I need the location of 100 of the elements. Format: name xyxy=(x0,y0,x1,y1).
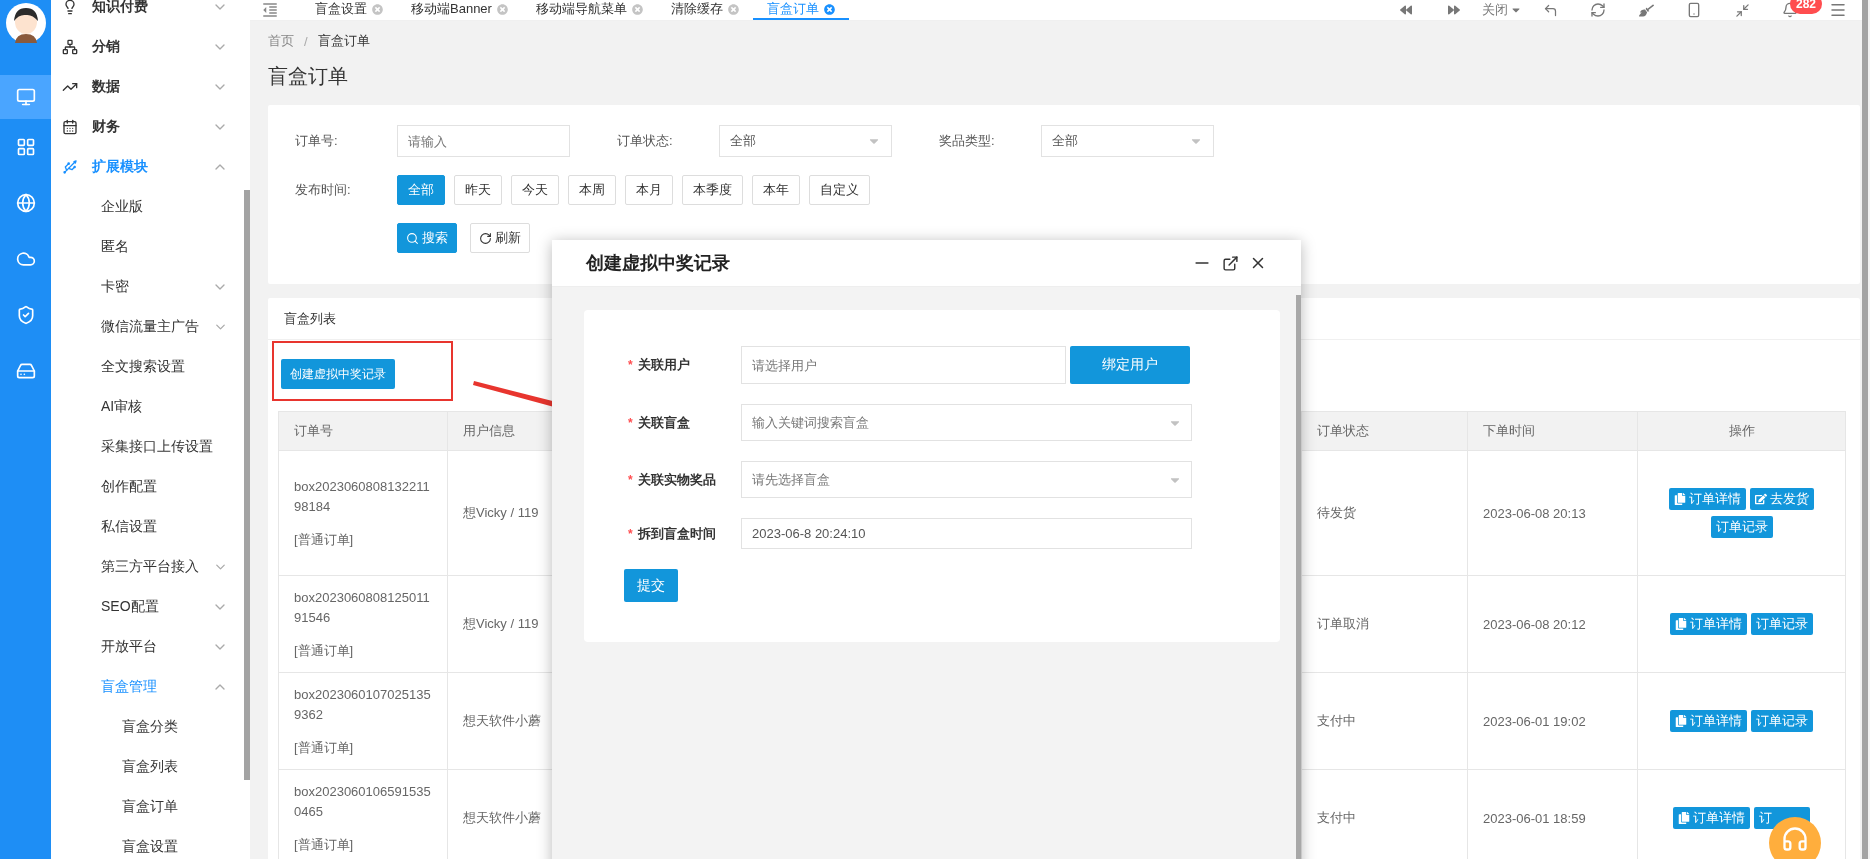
calendar-icon xyxy=(62,119,78,135)
column-header: 操作 xyxy=(1637,411,1846,451)
shrink-icon[interactable] xyxy=(1734,2,1750,18)
edit-icon xyxy=(1755,493,1767,505)
table-cell: 待发货 xyxy=(1317,505,1356,520)
breadcrumb-separator: / xyxy=(304,33,308,49)
sidebar-item[interactable]: 全文搜索设置 xyxy=(51,347,244,387)
cloud-icon xyxy=(15,249,36,269)
copy-icon xyxy=(1675,618,1687,630)
globe-icon xyxy=(15,193,36,213)
required-mark: * xyxy=(628,472,633,487)
select-field[interactable]: 请先选择盲盒 xyxy=(741,461,1192,498)
sidebar-item[interactable]: SEO配置 xyxy=(51,587,244,627)
field-label: 订单号: xyxy=(295,132,339,150)
time-filter-button[interactable]: 昨天 xyxy=(454,175,502,205)
rewind-icon[interactable] xyxy=(1400,4,1412,16)
required-mark: * xyxy=(628,358,633,372)
sidebar-item[interactable]: 财务 xyxy=(51,107,244,147)
close-menu[interactable]: 关闭 xyxy=(1478,0,1526,20)
rail-item[interactable] xyxy=(0,75,51,119)
order-type: [普通订单] xyxy=(294,641,355,660)
order-type: [普通订单] xyxy=(294,530,355,549)
time-filter-button[interactable]: 自定义 xyxy=(809,175,870,205)
notification-badge: 282 xyxy=(1790,0,1823,14)
order-number: box20230601070251359362 xyxy=(294,685,432,724)
sidebar-item[interactable]: 盲盒分类 xyxy=(51,707,244,747)
sidebar-item[interactable]: 盲盒设置 xyxy=(51,827,244,859)
dialog-title: 创建虚拟中奖记录 xyxy=(586,252,731,275)
sidebar-item[interactable]: 匿名 xyxy=(51,227,244,267)
required-mark: * xyxy=(628,526,633,541)
menu-icon[interactable] xyxy=(1829,1,1847,19)
tab[interactable]: 移动端导航菜单 xyxy=(521,0,657,20)
avatar[interactable] xyxy=(5,3,46,43)
time-filter-button[interactable]: 本年 xyxy=(752,175,800,205)
table-cell: 订单取消 xyxy=(1317,616,1369,631)
refresh-icon xyxy=(479,231,492,245)
time-filter-button[interactable]: 本月 xyxy=(625,175,673,205)
input-field[interactable]: 请选择用户 xyxy=(741,346,1066,384)
network-icon xyxy=(62,39,78,55)
sidebar-item[interactable]: 卡密 xyxy=(51,267,244,307)
scrollbar[interactable] xyxy=(1296,295,1301,859)
sidebar-item[interactable]: 企业版 xyxy=(51,187,244,227)
sidebar-item[interactable]: 知识付费 xyxy=(51,0,244,27)
field-label: 关联用户 xyxy=(637,356,690,374)
tab[interactable]: 盲盒设置 xyxy=(301,0,397,20)
tab[interactable]: 移动端Banner xyxy=(397,0,522,20)
field-label: 奖品类型: xyxy=(939,132,996,150)
menu-collapse-icon[interactable] xyxy=(261,1,279,19)
table-cell: 想Vicky / 119 xyxy=(463,616,539,631)
sidebar-item[interactable]: 微信流量主广告 xyxy=(51,307,244,347)
usb-icon xyxy=(62,159,78,175)
fast-forward-icon[interactable] xyxy=(1448,4,1460,16)
broom-icon[interactable] xyxy=(1638,2,1654,18)
time-filter-button[interactable]: 本周 xyxy=(568,175,616,205)
required-mark: * xyxy=(628,415,633,430)
breadcrumb-item: 盲盒订单 xyxy=(317,32,370,50)
sidebar-item[interactable]: 分销 xyxy=(51,27,244,67)
select-field[interactable]: 全部 xyxy=(1041,125,1214,157)
field-label: 关联盲盒 xyxy=(637,413,690,432)
card-title: 盲盒列表 xyxy=(284,309,336,328)
tab[interactable]: 清除缓存 xyxy=(656,0,753,20)
scrollbar[interactable] xyxy=(244,190,250,780)
field-label: 关联实物奖品 xyxy=(637,470,716,489)
copy-icon xyxy=(1674,493,1686,505)
order-number-field[interactable]: 请输入 xyxy=(397,125,570,157)
order-number: box20230601065915350465 xyxy=(294,782,432,821)
refresh-icon[interactable] xyxy=(1590,2,1606,18)
select-field[interactable]: 全部 xyxy=(719,125,892,157)
table-cell: 2023-06-08 20:12 xyxy=(1483,616,1586,632)
maximize-icon[interactable] xyxy=(1222,254,1239,272)
sidebar-item[interactable]: 数据 xyxy=(51,67,244,107)
back-icon[interactable] xyxy=(1542,2,1558,18)
sidebar-item[interactable]: AI审核 xyxy=(51,387,244,427)
time-filter-button[interactable]: 今天 xyxy=(511,175,559,205)
refresh-button[interactable]: 刷新 xyxy=(470,223,530,253)
order-number: box202306080813221198184 xyxy=(294,477,431,516)
sidebar-item[interactable]: 创作配置 xyxy=(51,467,244,507)
monitor-icon xyxy=(15,87,36,107)
table-cell: 支付中 xyxy=(1317,713,1356,728)
order-number: box202306080812501191546 xyxy=(294,588,431,627)
sidebar-item[interactable]: 私信设置 xyxy=(51,507,244,547)
table-cell: 支付中 xyxy=(1317,810,1356,825)
sidebar-item[interactable]: 开放平台 xyxy=(51,627,244,667)
time-filter-button[interactable]: 本季度 xyxy=(682,175,743,205)
input-field[interactable]: 2023-06-8 20:24:10 xyxy=(741,518,1192,549)
sidebar-item[interactable]: 盲盒订单 xyxy=(51,787,244,827)
field-label: 订单状态: xyxy=(617,132,674,150)
scrollbar[interactable] xyxy=(1862,0,1868,859)
copy-icon xyxy=(1675,715,1687,727)
select-field[interactable]: 输入关键词搜索盲盒 xyxy=(741,404,1192,441)
sidebar-item[interactable]: 第三方平台接入 xyxy=(51,547,244,587)
table-cell: 2023-06-01 18:59 xyxy=(1483,810,1586,826)
field-label: 拆到盲盒时间 xyxy=(637,524,716,543)
lightbulb-icon xyxy=(62,0,78,15)
table-cell: 想天软件小蘑 xyxy=(463,713,541,728)
phone-icon[interactable] xyxy=(1686,2,1702,18)
sidebar-item[interactable]: 盲盒列表 xyxy=(51,747,244,787)
table-cell: 2023-06-08 20:13 xyxy=(1483,505,1586,521)
table-cell: 想Vicky / 119 xyxy=(463,505,539,520)
sidebar-item[interactable]: 采集接口上传设置 xyxy=(51,427,244,467)
